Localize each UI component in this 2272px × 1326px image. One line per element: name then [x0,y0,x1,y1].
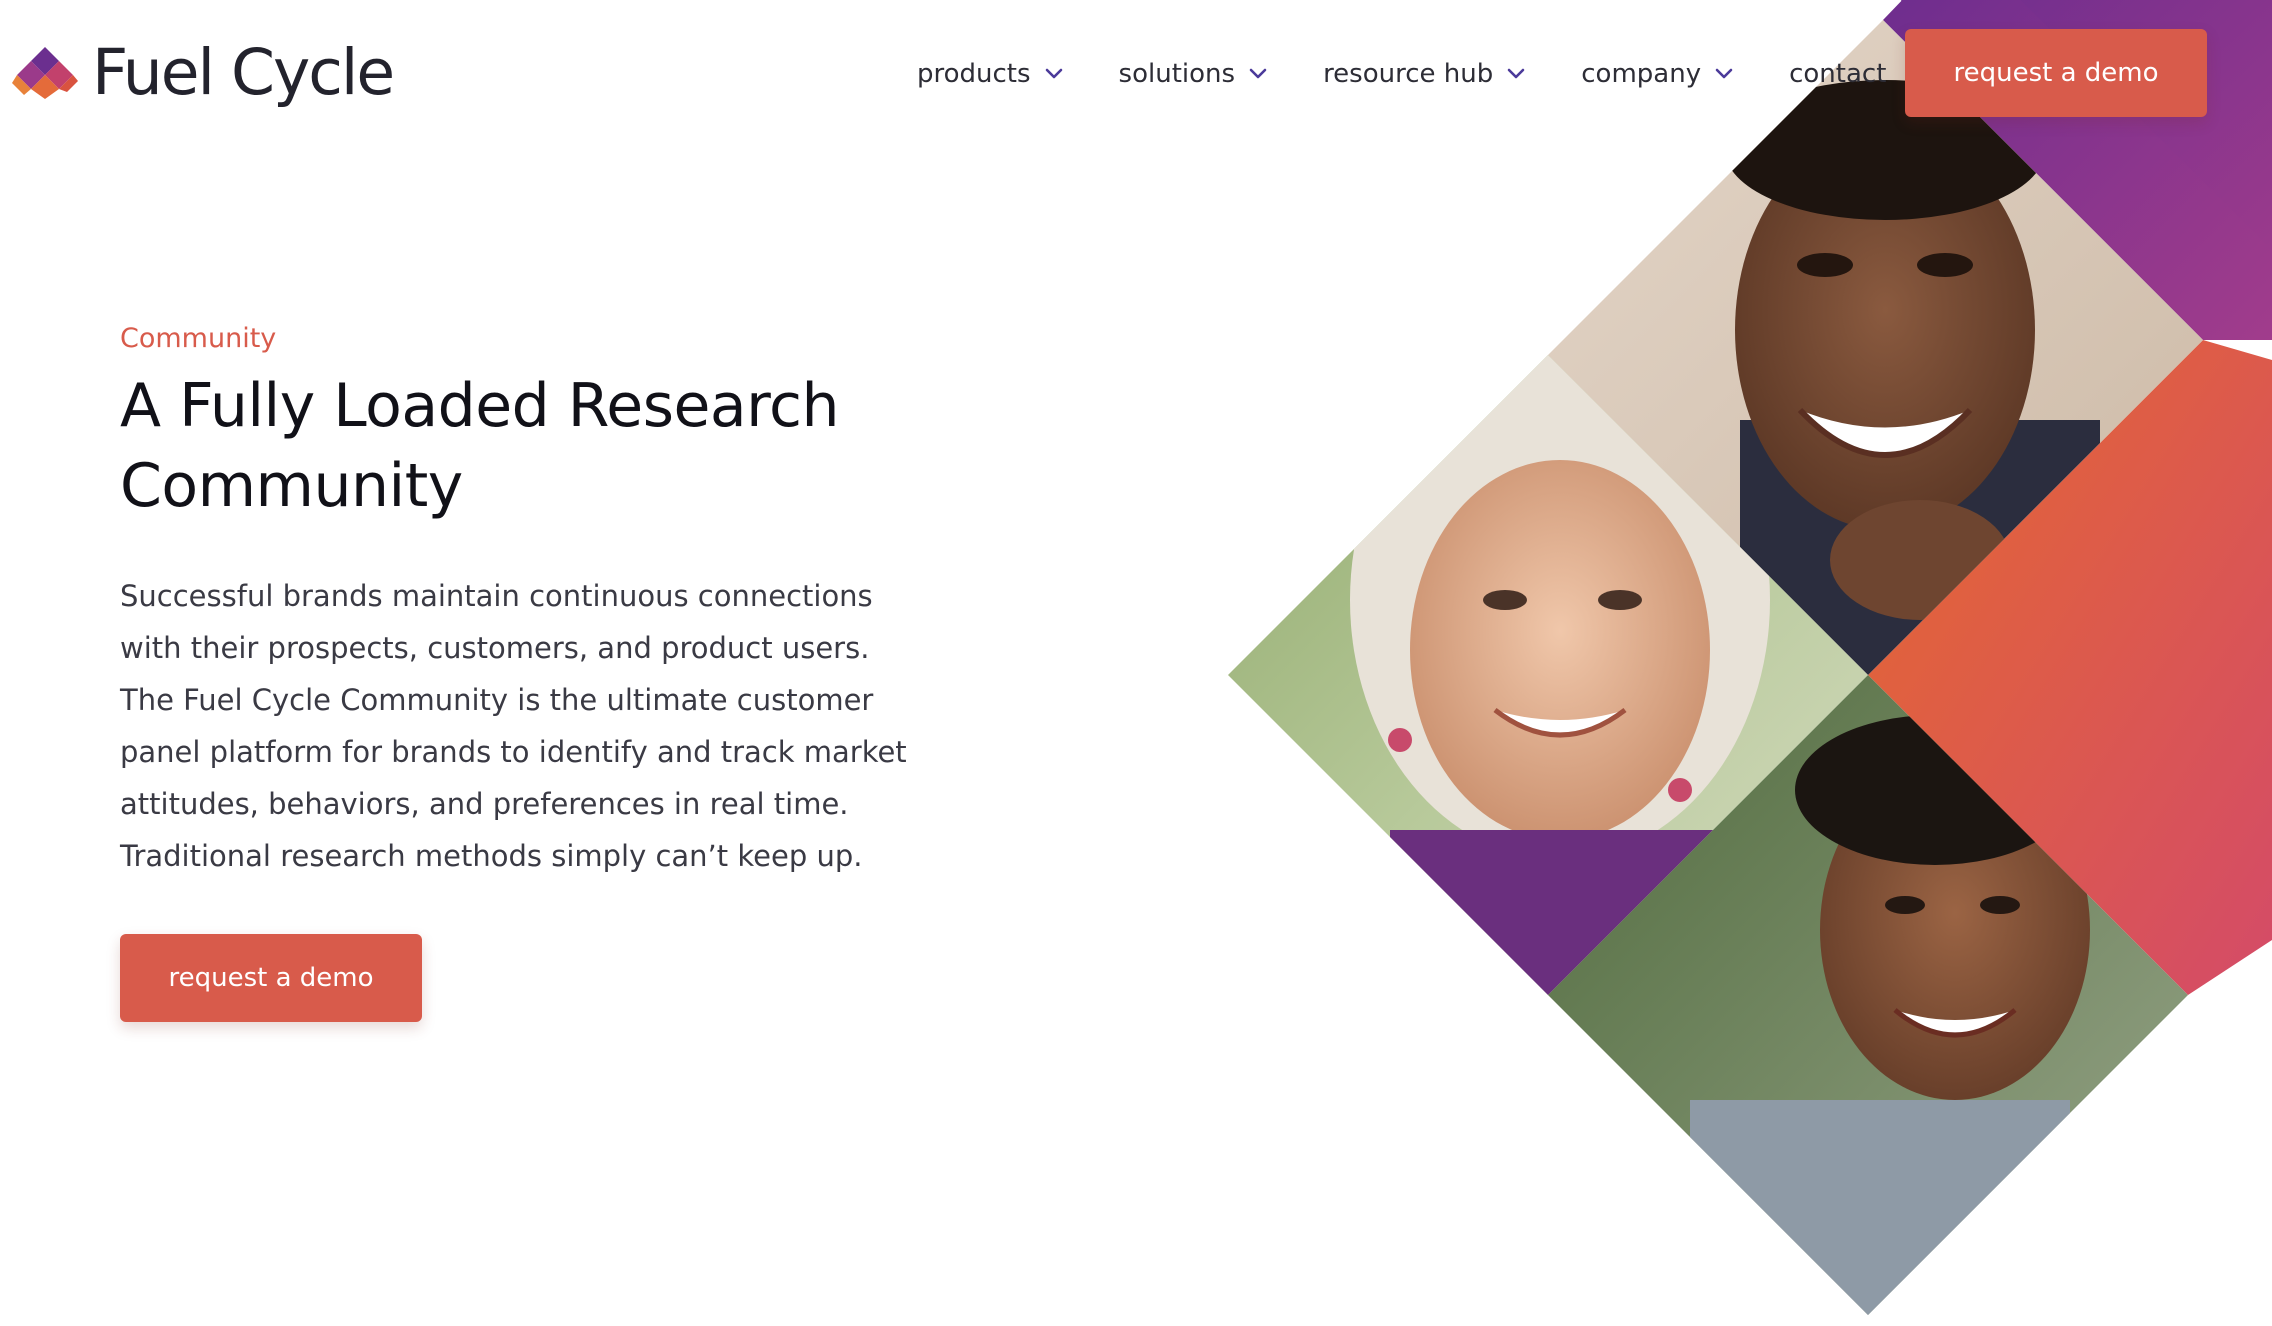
site-header: Fuel Cycle products solutions resource h… [0,0,2272,150]
nav-label: company [1581,59,1702,89]
brand-logo[interactable]: Fuel Cycle [12,35,395,109]
page: Fuel Cycle products solutions resource h… [0,0,2272,1326]
chevron-down-icon [1045,68,1062,79]
chevron-down-icon [1249,68,1267,79]
hero-section: Community A Fully Loaded Research Commun… [120,318,940,1022]
nav-item-company[interactable]: company [1581,59,1733,89]
nav-label: products [917,59,1031,89]
nav-label: solutions [1118,59,1236,89]
nav-item-products[interactable]: products [917,59,1063,89]
hero-headline: A Fully Loaded Research Community [120,371,840,521]
chevron-down-icon [1715,68,1733,79]
nav-label: resource hub [1323,59,1494,89]
nav-label: contact [1789,59,1887,89]
hero-body: Successful brands maintain continuous co… [120,579,907,873]
header-request-demo-button[interactable]: request a demo [1905,29,2207,117]
nav-item-resource-hub[interactable]: resource hub [1323,59,1525,89]
chevron-down-icon [1507,68,1525,79]
nav-item-solutions[interactable]: solutions [1119,59,1268,89]
hero-eyebrow: Community [120,323,277,354]
nav-item-contact[interactable]: contact [1789,59,1886,89]
diamond-logo-icon [12,47,78,99]
main-nav: products solutions resource hub company … [917,52,1886,96]
brand-name: Fuel Cycle [92,35,395,109]
hero-request-demo-button[interactable]: request a demo [120,934,422,1022]
